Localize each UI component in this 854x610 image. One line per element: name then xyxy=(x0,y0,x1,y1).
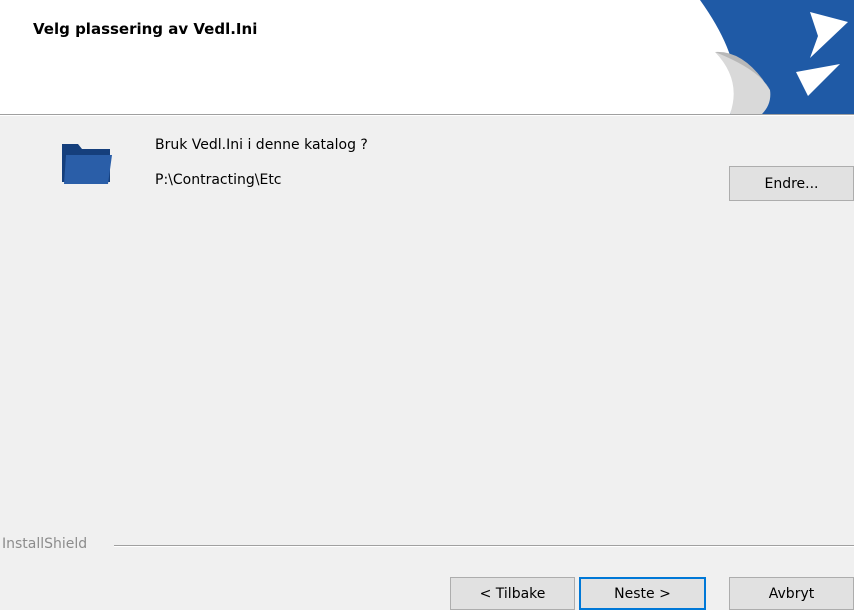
installshield-logo-icon xyxy=(690,0,854,114)
change-button[interactable]: Endre... xyxy=(729,166,854,201)
folder-icon xyxy=(62,144,112,184)
destination-path: P:\Contracting\Etc xyxy=(155,172,282,188)
page-title: Velg plassering av Vedl.Ini xyxy=(33,20,258,38)
back-button[interactable]: < Tilbake xyxy=(450,577,575,610)
footer-divider xyxy=(114,545,854,547)
installshield-label: InstallShield xyxy=(2,536,94,552)
next-button[interactable]: Neste > xyxy=(579,577,706,610)
location-prompt: Bruk Vedl.Ini i denne katalog ? xyxy=(155,137,368,153)
header-divider xyxy=(0,114,854,116)
cancel-button[interactable]: Avbryt xyxy=(729,577,854,610)
header-banner: Velg plassering av Vedl.Ini xyxy=(0,0,854,114)
